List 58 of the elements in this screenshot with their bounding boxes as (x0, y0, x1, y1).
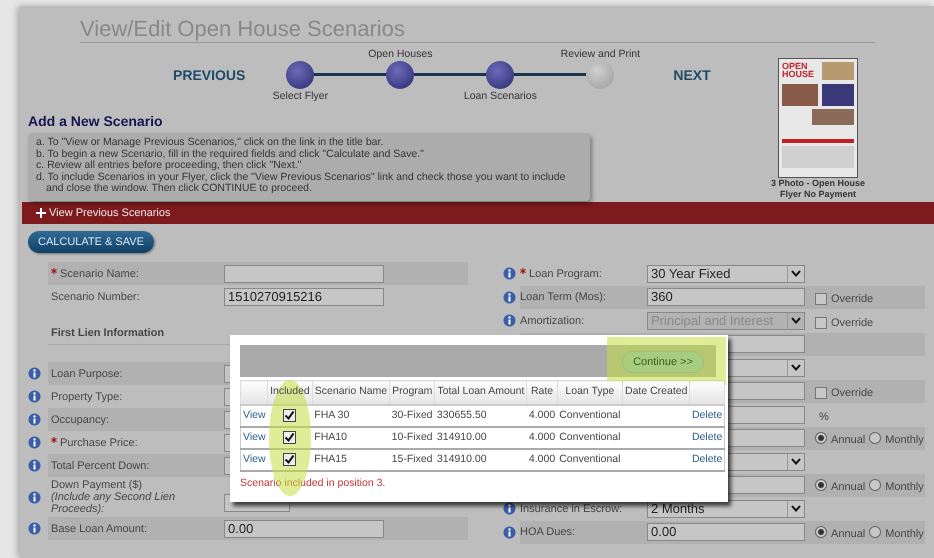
table-cell: Conventional (559, 452, 620, 465)
table-cell: 4.000 (528, 408, 556, 421)
field-label: Loan Program: (529, 266, 602, 282)
table-cell: FHA 30 (314, 408, 350, 421)
table-cell: FHA15 (314, 452, 347, 465)
column-header: Date Created (622, 380, 690, 404)
field-label: Occupancy: (51, 414, 110, 426)
radio-label: Monthly (885, 527, 924, 542)
instruction-text: a. To "View or Manage Previous Scenarios," click on the link in the title bar. (36, 137, 384, 148)
instruction-text: b. To begin a new Scenario, fill in the required fields and click "Calculate and Save." (36, 148, 425, 160)
step-label: Open Houses (368, 48, 432, 60)
column-header: Loan Type (557, 380, 622, 404)
table-cell: 330655.50 (436, 408, 487, 421)
column-header: Total Loan Amount (434, 380, 527, 404)
checkbox-label: Override (831, 386, 874, 401)
column-header: Scenario Name (312, 380, 390, 404)
flyer-caption: 3 Photo - Open House Flyer No Payment (770, 178, 866, 200)
radio-label: Monthly (885, 480, 924, 495)
field-label: Loan Term (Mos): (520, 290, 606, 305)
instruction-text: c. Review all entries before proceeding, then click "Next." (36, 160, 302, 172)
step-label: Loan Scenarios (464, 90, 537, 102)
field-note: (Include any Second Lien Proceeds): (51, 491, 176, 515)
table-cell: 4.000 (528, 452, 556, 465)
step-label: Select Flyer (272, 90, 328, 102)
table-cell: FHA10 (314, 430, 347, 443)
table-cell: 314910.00 (436, 430, 487, 443)
table-cell: 10-Fixed (392, 430, 433, 443)
unit-label: % (819, 410, 829, 424)
table-cell: Conventional (559, 408, 620, 421)
table-cell: Conventional (559, 430, 620, 443)
step-label: Review and Print (560, 48, 640, 60)
section-title: Add a New Scenario (28, 113, 164, 129)
column-header: Rate (526, 380, 558, 404)
field-label: Amortization: (520, 314, 584, 328)
flyer-heading: OPEN HOUSE (782, 62, 816, 80)
field-label: HOA Dues: (520, 525, 576, 540)
field-label: Scenario Number: (51, 290, 141, 302)
table-cell: 15-Fixed (392, 452, 433, 465)
table-cell: 314910.00 (436, 452, 487, 465)
field-label: Loan Purpose: (51, 368, 124, 380)
radio-label: Monthly (885, 433, 924, 448)
radio-label: Annual (831, 433, 866, 448)
field-label: Property Type: (51, 390, 124, 402)
field-label: Base Loan Amount: (51, 522, 148, 534)
status-message: Scenario included in position 3. (240, 476, 386, 490)
radio-label: Annual (831, 480, 866, 495)
field-label: Purchase Price: (60, 436, 139, 448)
checkbox-label: Override (831, 292, 874, 307)
field-label: Scenario Name: (60, 268, 140, 280)
checkbox-label: Override (831, 316, 874, 330)
instruction-text: d. To include Scenarios in your Flyer, click the "View Previous Scenarios" link and check those you want to include and close the window. Then click CONTINUE to proceed. (36, 172, 566, 194)
table-cell: 4.000 (528, 430, 556, 443)
field-label: Total Percent Down: (51, 460, 150, 472)
table-cell: 30-Fixed (392, 408, 433, 421)
field-label: Insurance in Escrow: (520, 502, 622, 516)
radio-label: Annual (831, 527, 866, 542)
column-header: Program (390, 380, 435, 404)
field-label: Down Payment ($) (51, 479, 144, 491)
